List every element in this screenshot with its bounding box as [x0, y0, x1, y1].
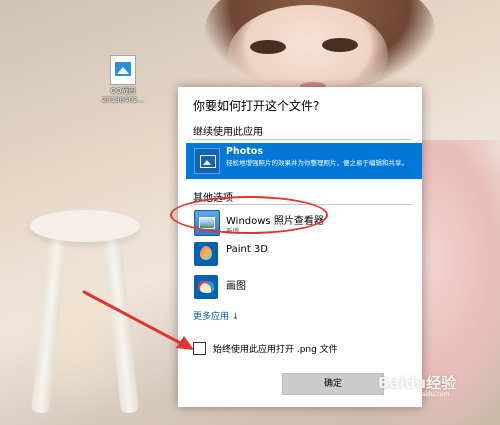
divider — [193, 139, 412, 140]
continue-using-label: 继续使用此应用 — [193, 127, 263, 138]
open-with-dialog: 你要如何打开这个文件? 继续使用此应用 Photos 轻松地增强照片的效果并为你… — [178, 87, 422, 407]
watermark-url: jingyan.baidu.com — [394, 391, 450, 398]
app-option-name: 画图 — [226, 281, 246, 292]
selected-app-photos[interactable]: Photos 轻松地增强照片的效果并为你整理照片，便之易于编辑和共享。 — [186, 143, 422, 179]
image-file-icon — [110, 55, 136, 85]
desktop-icon-label-line2: 20190402... — [101, 96, 145, 104]
selected-app-name: Photos — [226, 146, 263, 157]
watermark-logo: Baidu经验 — [378, 374, 457, 392]
stool-leg — [30, 237, 68, 414]
app-option-name: Paint 3D — [226, 244, 268, 255]
app-option-paint[interactable]: 画图 — [186, 272, 422, 302]
app-option-paint-3d[interactable]: Paint 3D — [186, 239, 422, 269]
annotation-arrow-icon — [82, 290, 194, 350]
desktop-file-icon[interactable]: QQ截图 20190402... — [98, 55, 148, 105]
picture-icon — [115, 62, 131, 76]
ok-button[interactable]: 确定 — [282, 373, 384, 395]
dialog-title: 你要如何打开这个文件? — [193, 99, 320, 113]
stool-seat — [30, 210, 140, 242]
photos-app-icon — [194, 148, 220, 174]
annotation-ellipse — [170, 196, 328, 234]
desktop-icon-label-line1: QQ截图 — [110, 87, 136, 95]
wallpaper-eye-right — [322, 38, 358, 52]
wallpaper-eye-left — [250, 40, 286, 54]
selected-app-description: 轻松地增强照片的效果并为你整理照片，便之易于编辑和共享。 — [226, 159, 408, 167]
always-use-label: 始终使用此应用打开 .png 文件 — [213, 345, 338, 355]
paint-3d-icon — [194, 242, 218, 266]
desktop: QQ截图 20190402... 你要如何打开这个文件? 继续使用此应用 Pho… — [0, 0, 500, 425]
